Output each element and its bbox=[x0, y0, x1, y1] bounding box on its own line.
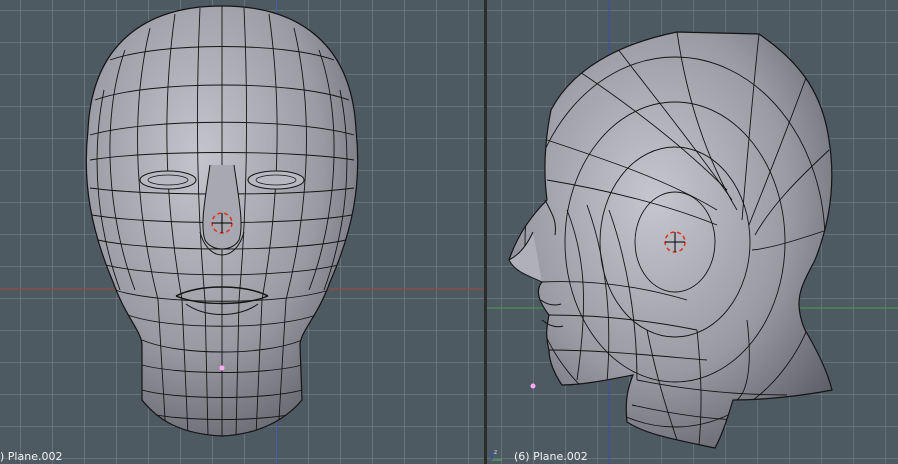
viewport-object-label: (6) Plane.002 bbox=[514, 450, 588, 463]
viewport-object-label: ) Plane.002 bbox=[0, 450, 63, 463]
front-viewport[interactable]: ) Plane.002 bbox=[0, 0, 484, 464]
front-scene bbox=[0, 0, 484, 464]
axis-gizmo-icon: z bbox=[491, 449, 502, 461]
svg-text:z: z bbox=[494, 449, 497, 456]
side-viewport[interactable]: z (6) Plane.002 bbox=[487, 0, 898, 464]
side-scene bbox=[487, 0, 898, 464]
head-mesh-side[interactable] bbox=[508, 31, 833, 449]
origin-vertex bbox=[530, 383, 536, 389]
origin-vertex bbox=[219, 365, 225, 371]
